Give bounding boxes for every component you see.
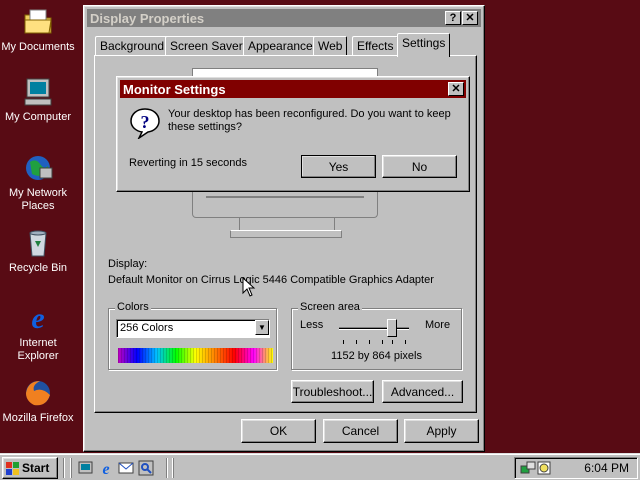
my-computer-icon xyxy=(24,78,52,106)
svg-text:e: e xyxy=(102,461,109,476)
display-adapter-text: Default Monitor on Cirrus Logic 5446 Com… xyxy=(108,274,434,286)
desktop-icon-label: My Computer xyxy=(4,111,72,123)
slider-tick xyxy=(392,340,393,344)
slider-tick xyxy=(382,340,383,344)
chevron-down-icon[interactable]: ▼ xyxy=(255,320,269,335)
desktop-icon-my-computer[interactable]: My Computer xyxy=(0,76,76,124)
desktop-icon-firefox[interactable]: Mozilla Firefox xyxy=(0,377,76,425)
desktop-icon-internet-explorer[interactable]: e Internet Explorer xyxy=(0,302,76,363)
tab-background[interactable]: Background xyxy=(95,36,170,56)
monitor-preview-neck xyxy=(239,218,335,230)
my-documents-icon xyxy=(24,9,52,34)
colors-legend: Colors xyxy=(115,301,151,313)
internet-explorer-icon[interactable]: e xyxy=(98,460,114,476)
dialog-title: Monitor Settings xyxy=(123,81,226,97)
taskbar: Start e 6:04 PM xyxy=(0,453,640,480)
firefox-icon xyxy=(26,381,50,406)
apply-button[interactable]: Apply xyxy=(404,419,479,443)
tab-effects[interactable]: Effects xyxy=(352,36,399,56)
network-status-icon[interactable] xyxy=(520,460,536,476)
start-label: Start xyxy=(22,461,50,475)
desktop-icon-label: Mozilla Firefox xyxy=(2,412,74,424)
svg-text:?: ? xyxy=(141,112,150,132)
cancel-button[interactable]: Cancel xyxy=(323,419,398,443)
help-button[interactable]: ? xyxy=(445,11,461,25)
yes-button[interactable]: Yes xyxy=(301,155,376,178)
screen-area-slider-thumb[interactable] xyxy=(387,319,397,337)
color-palette-preview xyxy=(118,348,273,363)
display-label: Display: xyxy=(108,258,148,270)
display-properties-titlebar[interactable]: Display Properties ? ✕ xyxy=(87,9,481,27)
task-scheduler-icon[interactable] xyxy=(536,460,552,476)
window-title: Display Properties xyxy=(90,10,205,26)
start-button[interactable]: Start xyxy=(2,457,58,479)
desktop-icon-label: My Network Places xyxy=(8,187,68,212)
channels-icon[interactable] xyxy=(138,460,154,476)
close-button[interactable]: ✕ xyxy=(462,11,478,25)
tab-screen-saver[interactable]: Screen Saver xyxy=(165,36,248,56)
screen-area-value: 1152 by 864 pixels xyxy=(331,350,422,362)
screen-area-more-label: More xyxy=(425,319,451,331)
tab-settings[interactable]: Settings xyxy=(397,33,451,57)
monitor-preview-vent xyxy=(206,196,364,204)
slider-tick xyxy=(405,340,406,344)
desktop-icon-my-documents[interactable]: My Documents xyxy=(0,6,76,54)
quicklaunch-grip xyxy=(70,458,72,478)
question-icon: ? xyxy=(130,108,160,139)
show-desktop-icon[interactable] xyxy=(78,460,94,476)
colors-dropdown[interactable]: 256 Colors ▼ xyxy=(116,319,270,338)
taskbar-grip xyxy=(172,458,174,478)
no-button[interactable]: No xyxy=(382,155,457,178)
monitor-settings-dialog: Monitor Settings ✕ ? Your desktop has be… xyxy=(116,76,470,192)
monitor-settings-titlebar[interactable]: Monitor Settings ✕ xyxy=(120,80,466,98)
desktop-icon-label: Recycle Bin xyxy=(8,262,68,274)
close-button[interactable]: ✕ xyxy=(448,82,464,96)
slider-tick xyxy=(356,340,357,344)
internet-explorer-icon: e xyxy=(31,302,44,334)
mouse-cursor-icon xyxy=(242,277,256,297)
slider-tick xyxy=(343,340,344,344)
windows-logo-icon xyxy=(6,461,19,475)
dialog-message: Your desktop has been reconfigured. Do y… xyxy=(168,108,451,133)
colors-selected-value: 256 Colors xyxy=(120,322,174,334)
screen-area-less-label: Less xyxy=(300,319,324,331)
display-properties-window: Display Properties ? ✕ Background Screen… xyxy=(83,5,485,452)
network-places-icon xyxy=(26,156,53,180)
tab-web[interactable]: Web xyxy=(313,36,348,56)
system-tray: 6:04 PM xyxy=(514,457,638,479)
slider-tick xyxy=(369,340,370,344)
desktop-icon-label: Internet Explorer xyxy=(17,337,59,362)
clock[interactable]: 6:04 PM xyxy=(584,461,629,475)
ok-button[interactable]: OK xyxy=(241,419,316,443)
screen-area-legend: Screen area xyxy=(298,301,362,313)
tab-appearance[interactable]: Appearance xyxy=(243,36,318,56)
desktop-icon-label: My Documents xyxy=(1,41,75,53)
screen-area-slider-track[interactable] xyxy=(339,327,409,330)
taskbar-divider xyxy=(63,458,65,478)
recycle-bin-icon xyxy=(29,230,47,257)
desktop-icon-recycle-bin[interactable]: Recycle Bin xyxy=(0,227,76,275)
advanced-button[interactable]: Advanced... xyxy=(382,380,463,403)
desktop-icon-network-places[interactable]: My Network Places xyxy=(0,152,76,213)
svg-text:e: e xyxy=(31,302,44,334)
outlook-icon[interactable] xyxy=(118,460,134,476)
troubleshoot-button[interactable]: Troubleshoot... xyxy=(291,380,374,403)
taskbar-divider xyxy=(166,458,168,478)
countdown-text: Reverting in 15 seconds xyxy=(129,157,248,169)
monitor-preview-stand xyxy=(230,230,342,238)
